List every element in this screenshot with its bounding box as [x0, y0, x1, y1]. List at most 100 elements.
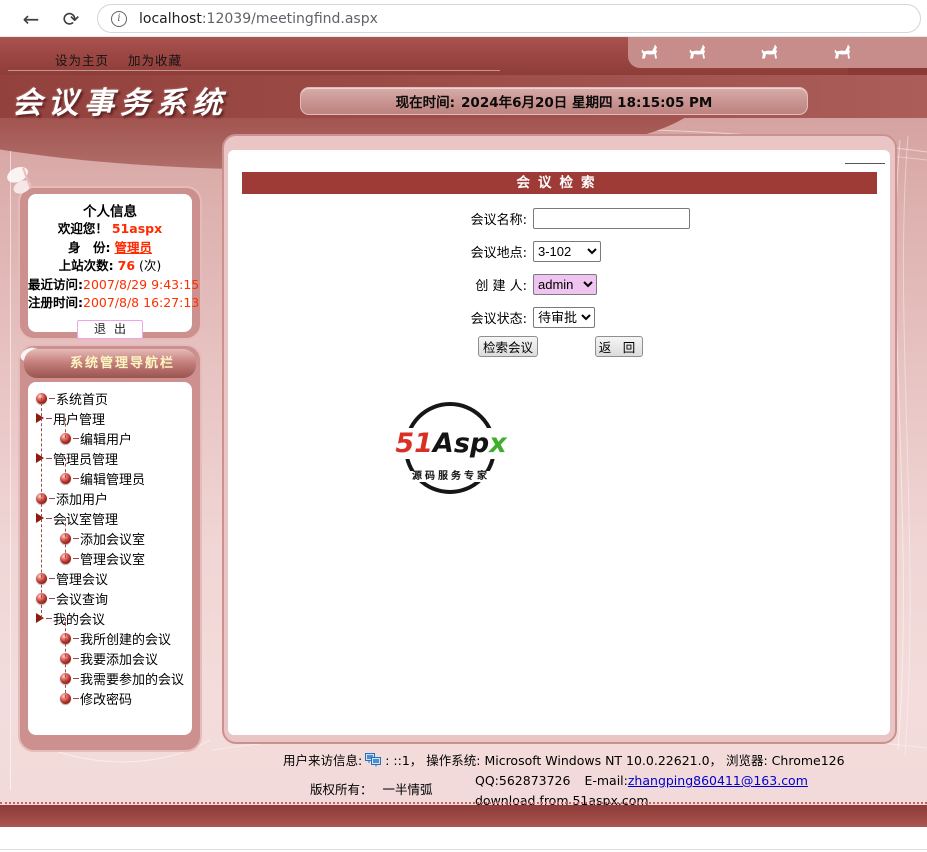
search-form: 会议名称: 会议地点: 3-102 创 建 人: admin 会议状态: 待审批: [228, 208, 890, 340]
dash-connector: [73, 477, 79, 479]
tree-connector: [65, 518, 66, 558]
visitor-info-label: 用户来访信息:: [283, 753, 363, 768]
field-label: 会议名称:: [470, 213, 527, 228]
visits-value: 76: [117, 258, 136, 273]
field-label: 会议地点:: [470, 246, 527, 261]
dash-connector: [46, 517, 52, 519]
expand-arrow-icon: [36, 453, 44, 463]
horse-icon: [834, 44, 850, 59]
meeting-name-input[interactable]: [533, 208, 690, 229]
dash-connector: [49, 397, 55, 399]
dash-connector: [73, 677, 79, 679]
address-bar[interactable]: i localhost:12039/meetingfind.aspx: [97, 4, 921, 33]
dash-connector: [46, 417, 52, 419]
nav-tree: 系统首页用户管理编辑用户管理员管理编辑管理员添加用户会议室管理添加会议室管理会议…: [28, 382, 192, 708]
nav-item-label: 管理会议室: [80, 552, 146, 568]
welcome-label: 欢迎您！: [57, 221, 108, 236]
form-row: 会议名称:: [228, 208, 890, 229]
dash-connector: [73, 537, 79, 539]
nav-item-label: 添加用户: [56, 492, 109, 508]
nav-item[interactable]: 管理会议室: [28, 548, 192, 568]
nav-item-label: 用户管理: [53, 412, 106, 428]
visits-label: 上站次数:: [58, 258, 114, 273]
nav-item[interactable]: 管理会议: [28, 568, 192, 588]
register-label: 注册时间:: [28, 295, 83, 310]
nav-item[interactable]: 我要添加会议: [28, 648, 192, 668]
nav-item-label: 我所创建的会议: [80, 632, 172, 648]
left-decor-line: [10, 130, 11, 790]
email-link[interactable]: zhangping860411@163.com: [628, 773, 808, 788]
url-text: localhost:12039/meetingfind.aspx: [139, 11, 378, 27]
meeting-system-page: ← ⟳ i localhost:12039/meetingfind.aspx 设…: [0, 0, 927, 852]
search-section-title: 会议检索: [242, 172, 877, 194]
time-value: 2024年6月20日 星期四 18:15:05 PM: [461, 95, 713, 111]
field-label: 创 建 人:: [475, 279, 527, 294]
visitor-info-value: : ::1， 操作系统: Microsoft Windows NT 10.0.2…: [385, 753, 845, 768]
add-favorite-link[interactable]: 加为收藏: [128, 50, 182, 69]
copyright-line: 版权所有： 一半情弧: [310, 779, 433, 798]
nav-item[interactable]: 会议查询: [28, 588, 192, 608]
51aspx-logo: 51Aspx 源码服务专家: [392, 402, 510, 498]
creator-select[interactable]: admin: [533, 274, 597, 295]
nav-item[interactable]: 我需要参加的会议: [28, 668, 192, 688]
nav-panel: 系统首页用户管理编辑用户管理员管理编辑管理员添加用户会议室管理添加会议室管理会议…: [28, 382, 192, 735]
horse-decor-panel: [628, 37, 927, 68]
dash-connector: [73, 697, 79, 699]
expand-arrow-icon: [36, 513, 44, 523]
logout-button[interactable]: 退出: [77, 319, 143, 339]
nav-item[interactable]: 用户管理: [28, 408, 192, 428]
search-meeting-button[interactable]: 检索会议: [478, 336, 538, 357]
dash-connector: [46, 617, 52, 619]
dotted-divider: [0, 802, 927, 804]
nav-item-label: 添加会议室: [80, 532, 146, 548]
visits-unit: (次): [139, 258, 162, 273]
nav-item[interactable]: 编辑用户: [28, 428, 192, 448]
nav-item[interactable]: 编辑管理员: [28, 468, 192, 488]
visitor-info-line: 用户来访信息: : ::1， 操作系统: Microsoft Windows N…: [283, 750, 845, 769]
nav-item-label: 管理会议: [56, 572, 109, 588]
register-value: 2007/8/8 16:27:13: [83, 295, 200, 310]
browser-back-icon[interactable]: ←: [16, 4, 46, 34]
browser-refresh-icon[interactable]: ⟳: [56, 4, 86, 34]
profile-welcome-row: 欢迎您！ 51aspx: [28, 220, 192, 239]
band-step: [848, 68, 927, 75]
nav-item[interactable]: 添加会议室: [28, 528, 192, 548]
status-select[interactable]: 待审批: [533, 307, 595, 328]
form-buttons-row: 检索会议 返 回: [228, 336, 890, 357]
logo-subtitle: 源码服务专家: [410, 471, 492, 482]
nav-item[interactable]: 管理员管理: [28, 448, 192, 468]
nav-item-label: 会议室管理: [53, 512, 119, 528]
role-link[interactable]: 管理员: [114, 240, 152, 255]
dash-connector: [73, 557, 79, 559]
logo-51: 51: [395, 428, 433, 459]
nav-item[interactable]: 我的会议: [28, 608, 192, 628]
expand-arrow-icon: [36, 613, 44, 623]
dash-connector: [49, 577, 55, 579]
horse-icon: [761, 44, 777, 59]
set-homepage-link[interactable]: 设为主页: [55, 50, 109, 69]
nav-item-label: 修改密码: [80, 692, 133, 708]
nav-item[interactable]: 会议室管理: [28, 508, 192, 528]
nav-item-label: 管理员管理: [53, 452, 119, 468]
nav-item[interactable]: 修改密码: [28, 688, 192, 708]
nav-item[interactable]: 我所创建的会议: [28, 628, 192, 648]
back-button[interactable]: 返 回: [595, 336, 643, 357]
nav-item-label: 我需要参加的会议: [80, 672, 185, 688]
page-info-icon[interactable]: i: [111, 10, 127, 27]
dash-connector: [73, 657, 79, 659]
nav-item-label: 编辑用户: [80, 432, 133, 448]
location-select[interactable]: 3-102: [533, 241, 601, 262]
nav-title-bar: 系统管理导航栏: [24, 349, 196, 378]
field-label: 会议状态:: [470, 312, 527, 327]
current-time-banner: 现在时间: 2024年6月20日 星期四 18:15:05 PM: [300, 87, 808, 115]
profile-register-row: 注册时间:2007/8/8 16:27:13: [28, 294, 199, 313]
nav-item-label: 编辑管理员: [80, 472, 146, 488]
nav-item[interactable]: 添加用户: [28, 488, 192, 508]
profile-panel: 个人信息 欢迎您！ 51aspx 身 份: 管理员 上站次数: 76 (次) 最…: [28, 194, 199, 339]
logo-wordmark: 51Aspx: [392, 428, 510, 459]
time-label: 现在时间:: [395, 95, 456, 111]
copyright-label: 版权所有：: [310, 782, 373, 797]
band-divider: [8, 70, 500, 71]
nav-item[interactable]: 系统首页: [28, 388, 192, 408]
dash-connector: [73, 437, 79, 439]
